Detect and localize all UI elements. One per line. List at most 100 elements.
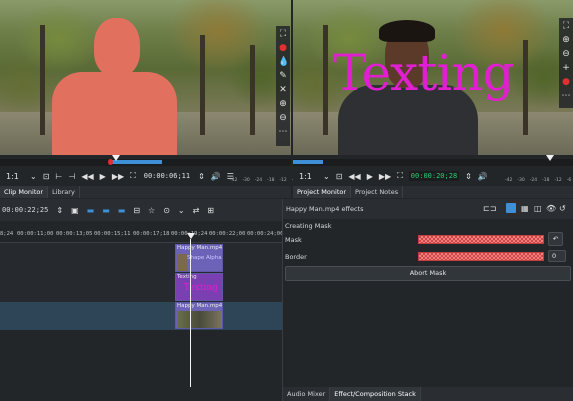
abort-mask-label: Abort Mask — [409, 269, 447, 277]
more-icon[interactable]: ⋯ — [561, 91, 571, 101]
fullscreen-icon[interactable]: ⛶ — [561, 21, 571, 31]
more-icon[interactable]: ⋯ — [278, 127, 288, 137]
fit-icon[interactable]: ⛶ — [397, 171, 403, 181]
mask-progress-bar — [418, 235, 544, 244]
record-icon[interactable]: ● — [278, 43, 288, 53]
select-tool-icon[interactable]: ▣ — [71, 206, 79, 215]
project-monitor-video[interactable]: Texting ⛶ ⊕ ⊖ + ● ⋯ — [293, 0, 573, 155]
clip-happy-man-top[interactable]: Happy Man.mp4 Shape Alpha — [175, 244, 223, 272]
ruler-tick: 00:00:13;05 — [56, 231, 93, 237]
tab-audio-mixer[interactable]: Audio Mixer — [283, 387, 331, 401]
timeline-playhead-marker[interactable] — [187, 233, 195, 239]
timeline-track-v3[interactable] — [0, 243, 282, 273]
clip-happy-man-bottom[interactable]: Happy Man.mp4 — [175, 302, 223, 329]
zone-out-icon[interactable]: ⊣ — [68, 172, 75, 181]
ruler-tick: 00:00:24;06 — [247, 231, 284, 237]
overwrite-icon[interactable]: ▬ — [102, 206, 110, 215]
zoom-out-icon[interactable]: ⊖ — [561, 49, 571, 59]
insert-icon[interactable]: ▬ — [87, 206, 95, 215]
timeline-ruler[interactable]: 8;24 00:00:11;00 00:00:13;05 00:00:15;11… — [0, 221, 284, 243]
zoom-select[interactable]: 1:1 — [6, 172, 24, 181]
bottom-tabs: Audio Mixer Effect/Composition Stack — [283, 387, 573, 401]
zoom-select[interactable]: 1:1 — [299, 172, 317, 181]
clip-monitor-playhead[interactable] — [112, 155, 120, 161]
timeline-track-empty[interactable] — [0, 330, 282, 386]
spin-icon[interactable]: ⇕ — [465, 172, 472, 181]
view-split-icon[interactable] — [506, 203, 516, 213]
layout-icon[interactable]: ◫ — [534, 204, 542, 213]
zoom-out-icon[interactable]: ⊖ — [278, 113, 288, 123]
clip-texting[interactable]: Texting Texting — [175, 273, 223, 301]
add-icon[interactable]: + — [561, 63, 571, 73]
play-icon[interactable]: ▶ — [367, 172, 373, 181]
fullscreen-icon[interactable]: ⛶ — [278, 29, 288, 39]
clip-monitor-toolstrip: ⛶ ● 💧 ✎ ✕ ⊕ ⊖ ⋯ — [276, 26, 290, 146]
timeline-timecode[interactable]: 00:00:22;25 — [2, 206, 48, 214]
close-icon[interactable]: ✕ — [278, 85, 288, 95]
tab-clip-monitor[interactable]: Clip Monitor — [0, 186, 49, 198]
spin-icon[interactable]: ⇕ — [198, 172, 205, 181]
zoom-in-icon[interactable]: ⊕ — [278, 99, 288, 109]
ruler-tick: 8;24 — [0, 231, 14, 237]
view-grid-icon[interactable]: ▦ — [521, 204, 529, 213]
timeline-track-v1[interactable] — [0, 302, 282, 330]
forward-icon[interactable]: ▶▶ — [379, 172, 391, 181]
overlay-title-text: Texting — [333, 44, 515, 102]
extract-icon[interactable]: ⊟ — [133, 206, 140, 215]
clip-monitor-ruler[interactable] — [0, 159, 291, 166]
project-monitor-tabs: Project Monitor Project Notes — [293, 186, 573, 198]
rewind-icon[interactable]: ◀◀ — [348, 172, 360, 181]
person-hair — [379, 20, 435, 42]
play-icon[interactable]: ▶ — [100, 172, 106, 181]
record-icon[interactable]: ● — [561, 77, 571, 87]
tab-library[interactable]: Library — [48, 186, 80, 198]
project-monitor-toolstrip: ⛶ ⊕ ⊖ + ● ⋯ — [559, 18, 573, 108]
snap-icon[interactable]: ⇄ — [193, 206, 200, 215]
zone-in-icon[interactable]: ⊢ — [55, 172, 62, 181]
set-zone-icon[interactable]: ⊡ — [43, 172, 50, 181]
target-icon[interactable]: ⊙ — [163, 206, 170, 215]
lift-icon[interactable]: ▬ — [118, 206, 126, 215]
eye-icon[interactable]: 👁 — [546, 204, 556, 213]
tab-effect-stack[interactable]: Effect/Composition Stack — [330, 387, 421, 401]
chevron-down-icon[interactable]: ⌄ — [30, 172, 37, 181]
reset-icon[interactable]: ↺ — [559, 204, 566, 213]
tab-project-monitor[interactable]: Project Monitor — [293, 186, 352, 198]
compare-icon[interactable]: ⊏⊐ — [483, 204, 496, 213]
timeline-playhead[interactable] — [190, 239, 191, 387]
ruler-tick: 00:00:17;18 — [133, 231, 170, 237]
border-value-spinbox[interactable]: 0 — [548, 250, 566, 262]
tab-project-notes[interactable]: Project Notes — [351, 186, 404, 198]
favorite-icon[interactable]: ☆ — [148, 206, 155, 215]
mask-status-text: Creating Mask — [285, 222, 332, 230]
ruler-tick: 00:00:15;11 — [94, 231, 131, 237]
edit-icon[interactable]: ✎ — [278, 71, 288, 81]
project-monitor-ruler[interactable] — [293, 159, 573, 166]
rewind-icon[interactable]: ◀◀ — [81, 172, 93, 181]
fit-icon[interactable]: ⛶ — [130, 171, 136, 181]
mask-overlay — [94, 18, 140, 76]
chevron-down-icon[interactable]: ⌄ — [323, 172, 330, 181]
ruler-tick: 00:00:11;00 — [17, 231, 54, 237]
clip-timecode[interactable]: 00:00:06;11 — [142, 171, 192, 181]
effects-header: Happy Man.mp4 effects ⊏⊐ ▦ ◫ 👁 ↺ — [283, 199, 573, 219]
project-timecode[interactable]: 00:00:20;28 — [408, 171, 460, 181]
project-monitor-playhead[interactable] — [546, 155, 554, 161]
volume-icon[interactable]: 🔊 — [478, 172, 488, 181]
clip-monitor-video[interactable]: ⛶ ● 💧 ✎ ✕ ⊕ ⊖ ⋯ — [0, 0, 291, 155]
timeline-track-v2[interactable] — [0, 273, 282, 302]
spin-icon[interactable]: ⇕ — [56, 206, 63, 215]
border-slider[interactable] — [418, 252, 544, 261]
set-zone-icon[interactable]: ⊡ — [336, 172, 343, 181]
forward-icon[interactable]: ▶▶ — [112, 172, 124, 181]
mask-label: Mask — [285, 236, 302, 244]
mask-overlay-body — [52, 72, 177, 155]
clip-monitor-tabs: Clip Monitor Library — [0, 186, 291, 198]
drop-icon[interactable]: 💧 — [278, 57, 289, 67]
zoom-in-icon[interactable]: ⊕ — [561, 35, 571, 45]
volume-icon[interactable]: 🔊 — [211, 172, 221, 181]
storyboard-icon[interactable]: ⊞ — [207, 206, 214, 215]
abort-mask-button[interactable]: Abort Mask — [285, 266, 571, 281]
chevron-down-icon[interactable]: ⌄ — [178, 206, 185, 215]
mask-undo-button[interactable]: ↶ — [548, 232, 563, 246]
